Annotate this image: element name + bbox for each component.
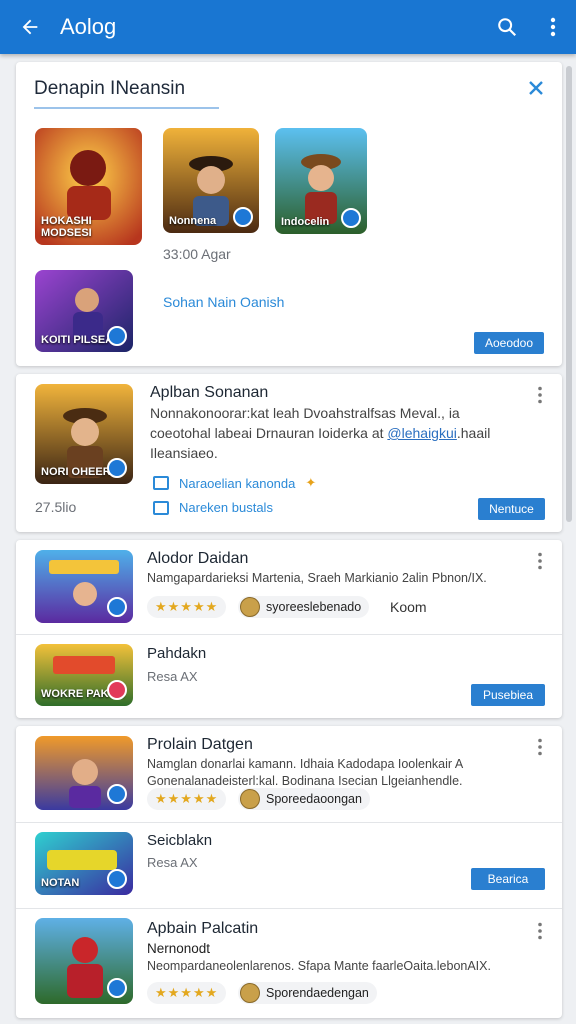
list-icon — [153, 500, 169, 515]
app-title: Seicblakn — [147, 832, 213, 849]
thumbnail-caption: NOTAN — [41, 877, 80, 889]
app-list-card: Alodor Daidan Namgapardarieksi Martenia,… — [16, 540, 562, 718]
rating-stars: ★★★★★ — [147, 982, 227, 1004]
result-link[interactable]: Sohan Nain Oanish — [163, 294, 284, 310]
app-thumbnail[interactable] — [35, 918, 133, 1004]
result-thumbnail[interactable]: KOITI PILSEAS — [35, 270, 133, 352]
more-vert-icon[interactable] — [537, 922, 543, 940]
search-action-button[interactable]: Aoeodoo — [474, 332, 544, 354]
play-badge-icon — [233, 207, 253, 227]
arrow-left-icon — [22, 19, 38, 35]
search-underline — [34, 107, 219, 109]
sparkle-icon: ✦ — [305, 475, 317, 490]
app-thumbnail[interactable]: WOKRE PAKGS — [35, 644, 133, 706]
app-description: Neompardaneolenlarenos. Sfapa Mante faar… — [147, 959, 491, 973]
overflow-menu-button[interactable] — [530, 0, 576, 54]
play-badge-icon — [107, 597, 127, 617]
more-vert-icon[interactable] — [537, 386, 543, 404]
result-thumbnail[interactable]: Indocelin — [275, 128, 367, 234]
feature-link-1[interactable]: Naraoelian kanonda ✦ — [153, 475, 316, 491]
search-input[interactable]: Denapin INeansin — [34, 78, 185, 100]
app-thumbnail[interactable]: NOTAN — [35, 832, 133, 895]
app-title: Pahdakn — [147, 645, 207, 662]
app-thumbnail[interactable]: NORI OHEER — [35, 384, 133, 484]
app-title: Prolain Datgen — [147, 736, 253, 753]
more-vert-icon — [550, 17, 556, 37]
app-description: Namgapardarieksi Martenia, Sraeh Markian… — [147, 571, 487, 585]
scrollbar[interactable] — [566, 66, 572, 522]
app-title: Aolog — [60, 14, 117, 39]
developer-chip[interactable]: Sporeedaoongan — [238, 788, 370, 810]
featured-action-button[interactable]: Nentuce — [478, 498, 545, 520]
thumbnail-caption: Indocelin — [281, 216, 330, 228]
description-link[interactable]: @lehaigkui — [387, 425, 456, 441]
app-title: Apbain Palcatin — [147, 920, 259, 937]
avatar — [240, 983, 260, 1003]
back-button[interactable] — [0, 0, 60, 54]
extra-label: Koom — [390, 599, 427, 615]
result-time: 33:00 Agar — [163, 246, 231, 262]
rating-stars: ★★★★★ — [147, 596, 227, 618]
play-badge-icon — [107, 458, 127, 478]
app-subtitle: Resa AX — [147, 669, 198, 684]
rating-stars: ★★★★★ — [147, 788, 227, 810]
search-icon — [498, 18, 517, 37]
app-title: Alodor Daidan — [147, 550, 249, 567]
app-description: Nonnakonoorar:kat leah Dvoahstralfsas Me… — [150, 405, 491, 461]
app-thumbnail[interactable] — [35, 550, 133, 623]
divider — [16, 634, 562, 635]
featured-app-card[interactable]: NORI OHEER Aplban Sonanan Nonnakonoorar:… — [16, 374, 562, 532]
divider — [16, 908, 562, 909]
search-bar: Denapin INeansin — [16, 62, 562, 112]
app-action-button[interactable]: Pusebiea — [471, 684, 545, 706]
edit-icon — [153, 476, 169, 490]
feature-link-2[interactable]: Nareken bustals — [153, 500, 273, 515]
play-badge-icon — [107, 326, 127, 346]
avatar — [240, 789, 260, 809]
app-list-card: Prolain Datgen Namglan donarlai kamann. … — [16, 726, 562, 1018]
search-results-card: Denapin INeansin HOKASHI MODSESI Nonnena… — [16, 62, 562, 366]
developer-chip[interactable]: Sporendaedengan — [238, 982, 377, 1004]
developer-chip[interactable]: syoreeslebenado — [238, 596, 370, 618]
close-icon[interactable] — [524, 76, 548, 100]
avatar — [240, 597, 260, 617]
divider — [16, 822, 562, 823]
play-badge-icon — [107, 869, 127, 889]
play-badge-icon — [107, 978, 127, 998]
app-subtitle: Resa AX — [147, 855, 198, 870]
result-thumbnail[interactable]: Nonnena — [163, 128, 259, 233]
app-action-button[interactable]: Bearica — [471, 868, 545, 890]
thumbnail-caption: NORI OHEER — [41, 466, 111, 478]
result-thumbnail[interactable]: HOKASHI MODSESI — [35, 128, 142, 245]
app-size: 27.5lio — [35, 499, 77, 515]
thumbnail-caption: HOKASHI MODSESI — [41, 215, 92, 239]
search-button[interactable] — [484, 0, 530, 54]
play-badge-icon — [341, 208, 361, 228]
play-badge-icon — [107, 680, 127, 700]
app-thumbnail[interactable] — [35, 736, 133, 810]
app-bar: Aolog — [0, 0, 576, 54]
more-vert-icon[interactable] — [537, 552, 543, 570]
app-title: Aplban Sonanan — [150, 384, 269, 401]
play-badge-icon — [107, 784, 127, 804]
app-subtitle: Nernonodt — [147, 941, 211, 956]
app-description: Namglan donarlai kamann. Idhaia Kadodapa… — [147, 757, 464, 788]
more-vert-icon[interactable] — [537, 738, 543, 756]
thumbnail-caption: Nonnena — [169, 215, 217, 227]
